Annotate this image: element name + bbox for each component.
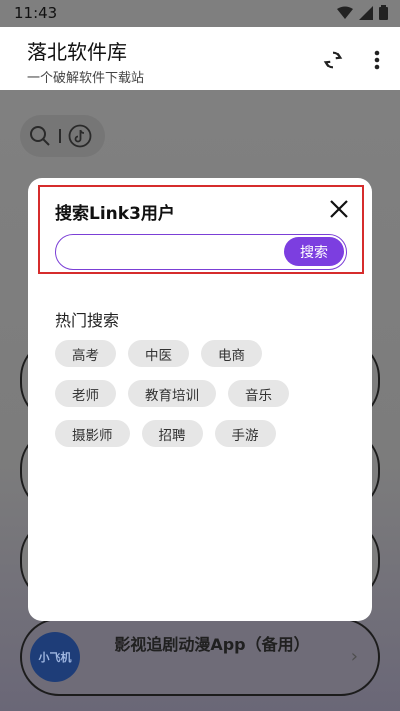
app-header: 落北软件库 一个破解软件下载站 bbox=[0, 27, 400, 90]
hot-tag[interactable]: 老师 bbox=[55, 380, 116, 407]
chevron-right-icon: › bbox=[350, 646, 358, 667]
search-header-highlight: 搜索Link3用户 搜索 bbox=[38, 185, 364, 274]
hot-tag[interactable]: 招聘 bbox=[141, 420, 203, 447]
search-dialog: 搜索Link3用户 搜索 热门搜索 高考 中医 电商 老师 教育培训 音乐 摄影… bbox=[28, 178, 372, 621]
hot-tag[interactable]: 手游 bbox=[214, 420, 276, 447]
dialog-title: 搜索Link3用户 bbox=[55, 204, 175, 224]
divider bbox=[59, 129, 61, 143]
card-title: 影视追剧动漫App（备用） bbox=[114, 635, 310, 654]
hot-tag[interactable]: 音乐 bbox=[228, 380, 289, 407]
wifi-icon bbox=[337, 6, 353, 19]
hot-tag[interactable]: 高考 bbox=[55, 340, 116, 367]
close-button[interactable] bbox=[326, 196, 352, 222]
more-options-button[interactable] bbox=[362, 45, 392, 75]
close-icon bbox=[330, 200, 348, 218]
hot-tag[interactable]: 中医 bbox=[128, 340, 189, 367]
tag-row: 摄影师 招聘 手游 bbox=[55, 420, 355, 447]
battery-icon bbox=[379, 5, 388, 20]
hot-tag[interactable]: 教育培训 bbox=[128, 380, 216, 407]
refresh-icon bbox=[323, 51, 343, 69]
hot-search-tags: 高考 中医 电商 老师 教育培训 音乐 摄影师 招聘 手游 bbox=[55, 340, 355, 460]
hot-tag[interactable]: 电商 bbox=[201, 340, 262, 367]
hot-tag[interactable]: 摄影师 bbox=[55, 420, 130, 447]
search-input[interactable] bbox=[70, 241, 270, 263]
signal-icon bbox=[359, 5, 373, 20]
tag-row: 老师 教育培训 音乐 bbox=[55, 380, 355, 407]
app-logo: 小飞机 bbox=[30, 632, 80, 682]
refresh-button[interactable] bbox=[318, 45, 348, 75]
tiktok-icon bbox=[68, 124, 92, 148]
status-icons bbox=[337, 5, 388, 20]
tag-row: 高考 中医 电商 bbox=[55, 340, 355, 367]
search-box: 搜索 bbox=[55, 234, 347, 270]
background-search-bar bbox=[20, 115, 105, 157]
search-button[interactable]: 搜索 bbox=[284, 237, 344, 266]
status-bar: 11:43 bbox=[0, 0, 400, 27]
search-icon bbox=[30, 126, 50, 146]
background-card[interactable]: 小飞机 影视追剧动漫App（备用） › bbox=[20, 618, 380, 696]
status-time: 11:43 bbox=[14, 4, 58, 22]
app-title: 落北软件库 bbox=[27, 40, 127, 64]
more-vertical-icon bbox=[374, 50, 380, 70]
app-subtitle: 一个破解软件下载站 bbox=[27, 71, 145, 86]
hot-search-title: 热门搜索 bbox=[55, 311, 120, 330]
